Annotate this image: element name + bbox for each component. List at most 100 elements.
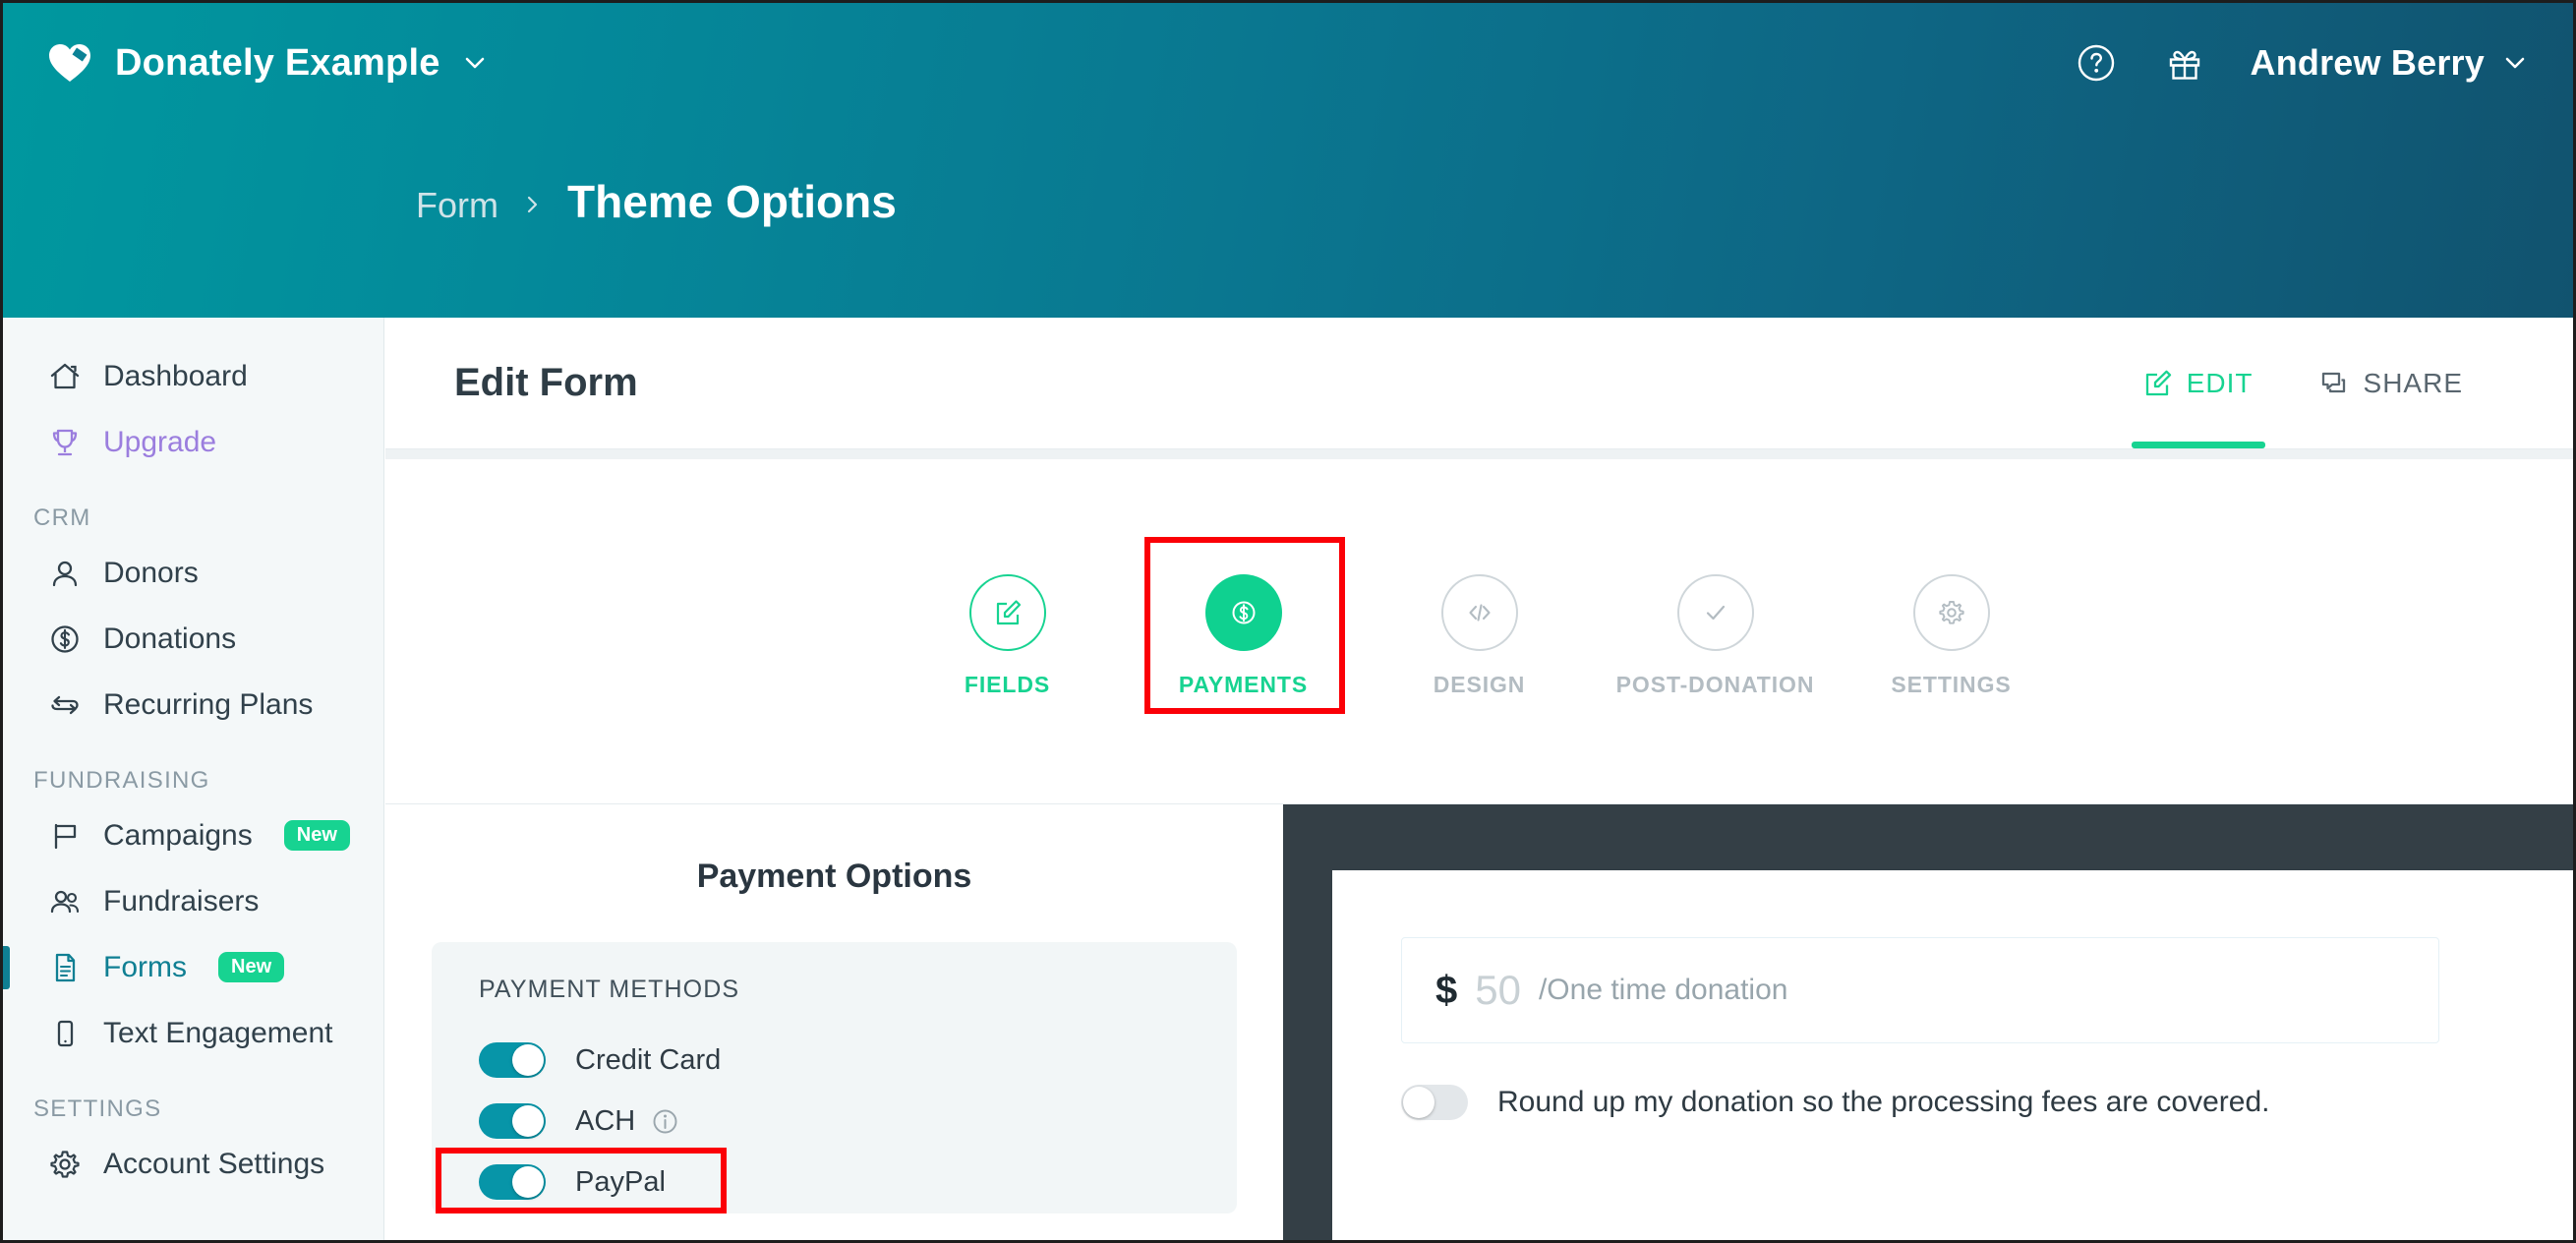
step-label: PAYMENTS (1178, 672, 1309, 697)
payment-method-label: Credit Card (575, 1043, 722, 1076)
sidebar-item-upgrade[interactable]: Upgrade (3, 409, 383, 475)
payment-method-credit-card[interactable]: Credit Card (432, 1030, 1237, 1091)
roundup-row[interactable]: Round up my donation so the processing f… (1401, 1085, 2269, 1120)
tab-edit[interactable]: EDIT (2110, 318, 2287, 448)
steps-row: FIELDS PAYMENTS DESIGN POST-DONATION SET… (925, 537, 2034, 714)
step-design[interactable]: DESIGN (1397, 559, 1562, 704)
gift-icon[interactable] (2162, 40, 2207, 86)
tab-label: SHARE (2363, 367, 2463, 398)
editor-body: Payment Options PAYMENT METHODS Credit C… (385, 803, 2573, 1240)
toggle-knob (1403, 1087, 1434, 1118)
brand-bar: Donately Example Andrew Berry (3, 3, 2573, 123)
chevron-down-icon (2502, 50, 2528, 76)
pencil-square-icon (968, 574, 1046, 651)
step-post-donation[interactable]: POST-DONATION (1616, 559, 1813, 704)
sidebar-item-label: Donations (103, 622, 237, 655)
sidebar-item-text-engagement[interactable]: Text Engagement (3, 1000, 383, 1066)
editor-tabs: EDIT SHARE (2110, 318, 2573, 448)
top-header-band: Donately Example Andrew Berry Form Theme… (3, 3, 2573, 318)
editor-title: Edit Form (454, 361, 638, 404)
flag-icon (48, 819, 82, 853)
editor-header: Edit Form EDIT SHARE (385, 318, 2573, 449)
trophy-icon (48, 426, 82, 459)
dollar-circle-icon (1204, 574, 1282, 651)
tab-share[interactable]: SHARE (2287, 318, 2496, 448)
donately-admin-window: Donately Example Andrew Berry Form Theme… (0, 0, 2576, 1243)
paypal-toggle[interactable] (479, 1164, 546, 1200)
form-editor-panel: Edit Form EDIT SHARE FIELDS PAYMENTS DES… (385, 318, 2573, 1240)
sidebar-item-fundraisers[interactable]: Fundraisers (3, 868, 383, 934)
org-name: Donately Example (115, 41, 440, 84)
chevron-down-icon[interactable] (462, 50, 488, 76)
help-circle-icon[interactable] (2074, 40, 2119, 86)
chevron-right-icon (524, 192, 542, 217)
toggle-knob (512, 1166, 544, 1198)
sidebar-item-recurring-plans[interactable]: Recurring Plans (3, 672, 383, 738)
new-badge: New (218, 952, 285, 982)
payment-methods-card: PAYMENT METHODS Credit Card ACH PayPal (432, 942, 1237, 1213)
payment-method-label: ACH (575, 1104, 636, 1137)
amount-placeholder: 50 (1475, 967, 1521, 1013)
document-icon (48, 951, 82, 984)
step-settings[interactable]: SETTINGS (1869, 559, 2034, 704)
new-badge: New (283, 820, 350, 851)
sidebar-section-fundraising: FUNDRAISING (33, 767, 210, 794)
sidebar-item-label: Dashboard (103, 359, 248, 392)
user-menu[interactable]: Andrew Berry (2251, 42, 2528, 84)
users-icon (48, 885, 82, 918)
payment-methods-header: PAYMENT METHODS (479, 976, 740, 1003)
tab-label: EDIT (2186, 367, 2254, 398)
step-label: POST-DONATION (1615, 672, 1815, 697)
frequency-note: /One time donation (1538, 974, 1788, 1006)
org-switcher[interactable]: Donately Example (48, 42, 488, 85)
roundup-label: Round up my donation so the processing f… (1497, 1086, 2270, 1118)
step-label: FIELDS (964, 672, 1051, 697)
sidebar-item-campaigns[interactable]: Campaigns New (3, 802, 383, 868)
step-label: DESIGN (1433, 672, 1526, 697)
payment-method-paypal[interactable]: PayPal (432, 1148, 1237, 1213)
payment-options-pane: Payment Options PAYMENT METHODS Credit C… (385, 803, 1283, 1240)
donation-amount-field[interactable]: $ 50 /One time donation (1401, 937, 2439, 1043)
sidebar-item-label: Campaigns (103, 818, 253, 852)
home-icon (48, 360, 82, 393)
ach-toggle[interactable] (479, 1103, 546, 1139)
sidebar-item-label: Fundraisers (103, 884, 260, 917)
sidebar-item-donations[interactable]: Donations (3, 606, 383, 672)
user-icon (48, 557, 82, 590)
sidebar-item-forms[interactable]: Forms New (3, 934, 383, 1000)
payment-method-label: PayPal (575, 1165, 666, 1198)
sidebar-item-dashboard[interactable]: Dashboard (3, 343, 383, 409)
editor-steps: FIELDS PAYMENTS DESIGN POST-DONATION SET… (385, 459, 2573, 803)
sidebar-section-crm: CRM (33, 504, 91, 531)
code-icon (1440, 574, 1518, 651)
edit-square-icon (2143, 369, 2173, 398)
preview-form-card: $ 50 /One time donation Round up my dona… (1332, 870, 2573, 1240)
heart-tag-logo-icon (48, 42, 93, 84)
sidebar-item-donors[interactable]: Donors (3, 540, 383, 606)
dollar-circle-icon (48, 622, 82, 656)
roundup-toggle[interactable] (1401, 1085, 1468, 1120)
form-preview-pane: $ 50 /One time donation Round up my dona… (1283, 803, 2573, 1240)
credit-card-toggle[interactable] (479, 1042, 546, 1078)
sidebar-item-label: Upgrade (103, 425, 217, 458)
breadcrumb: Form Theme Options (416, 175, 897, 228)
toggle-knob (512, 1105, 544, 1137)
gear-icon (48, 1148, 82, 1181)
page-title: Theme Options (567, 176, 897, 227)
sidebar-item-label: Donors (103, 556, 199, 589)
sidebar-item-account-settings[interactable]: Account Settings (3, 1131, 383, 1197)
mobile-icon (48, 1017, 82, 1050)
breadcrumb-parent[interactable]: Form (416, 185, 498, 226)
sidebar: Dashboard Upgrade CRM Donors Donations R… (3, 318, 384, 1240)
share-chat-icon (2320, 369, 2350, 398)
sidebar-section-settings: SETTINGS (33, 1095, 162, 1122)
sidebar-item-label: Recurring Plans (103, 687, 314, 721)
currency-symbol: $ (1435, 968, 1458, 1012)
step-payments[interactable]: PAYMENTS (1143, 537, 1345, 714)
info-circle-icon[interactable] (651, 1107, 679, 1136)
step-fields[interactable]: FIELDS (925, 559, 1090, 704)
payment-method-ach[interactable]: ACH (432, 1091, 1237, 1152)
user-name: Andrew Berry (2250, 42, 2485, 83)
sidebar-item-label: Text Engagement (103, 1016, 333, 1049)
toggle-knob (512, 1044, 544, 1076)
